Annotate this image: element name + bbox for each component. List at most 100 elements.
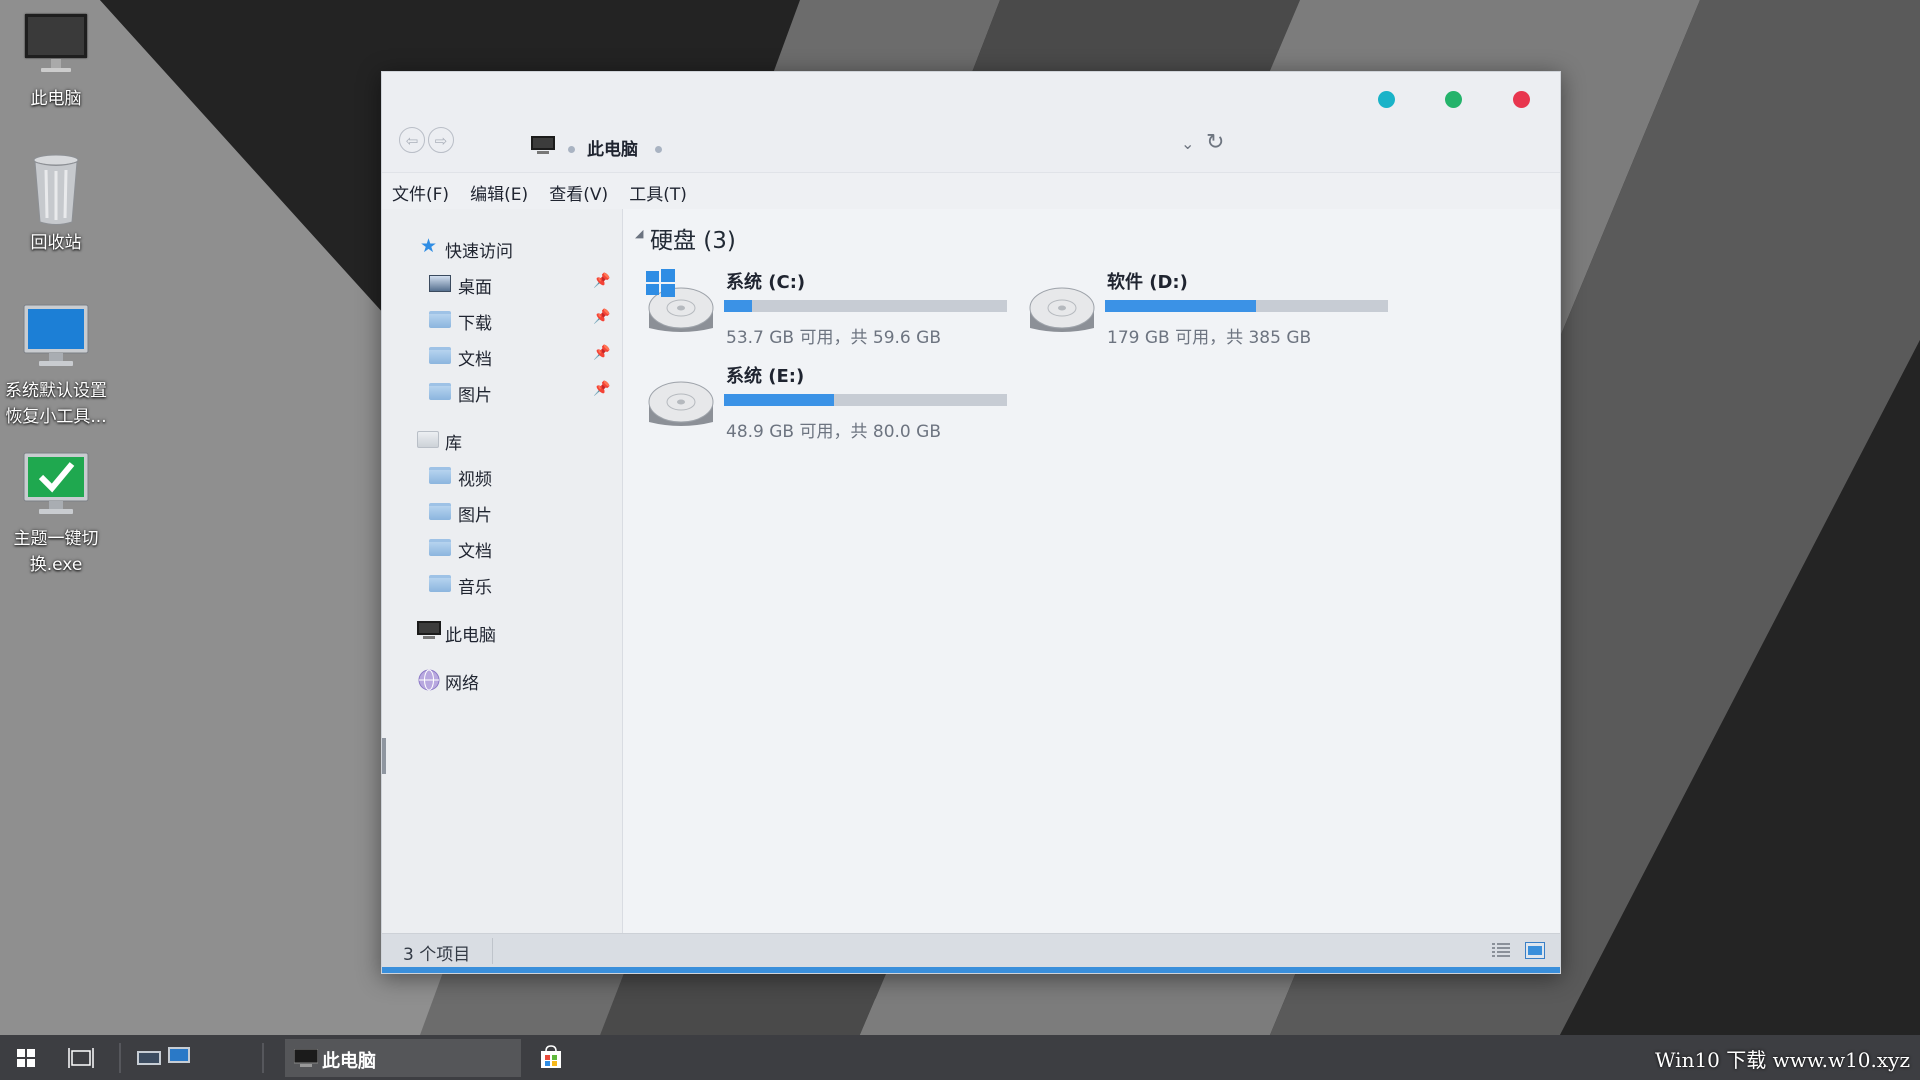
monitor-icon — [19, 8, 93, 82]
forward-arrow-icon: ⇨ — [434, 132, 448, 150]
forward-button[interactable]: ⇨ — [428, 127, 454, 153]
pin-icon: 📌 — [593, 309, 611, 325]
this-pc-icon — [294, 1049, 318, 1067]
nav-item-downloads[interactable]: 下载 📌 — [382, 305, 622, 335]
content-pane: ◢ 硬盘 (3) 系统 (C:) 53.7 GB 可用，共 59.6 GB 软件… — [623, 209, 1560, 933]
nav-item-videos[interactable]: 视频 — [382, 461, 622, 491]
nav-label: 下载 — [458, 314, 492, 334]
item-count: 3 个项目 — [403, 945, 471, 965]
address-separator-dot — [655, 146, 662, 153]
taskbar-separator — [262, 1043, 264, 1073]
monitor-check-icon — [19, 448, 93, 522]
this-pc-icon — [531, 136, 555, 154]
drive-space-info: 179 GB 可用，共 385 GB — [1107, 328, 1312, 348]
drive-usage-bar — [1105, 300, 1388, 312]
taskbar: 此电脑 Win10 下载 www.w10.xyz — [0, 1035, 1920, 1080]
navigation-pane: ★ 快速访问 桌面 📌 下载 📌 文档 📌 图片 📌 库 视频 图片 文档 音乐… — [382, 209, 623, 933]
drive-name: 系统 (E:) — [726, 366, 805, 387]
details-view-icon[interactable] — [1491, 942, 1511, 959]
desktop-icon-label-line1: 系统默认设置 — [5, 381, 107, 401]
drive-usage-fill — [1105, 300, 1257, 312]
library-icon — [417, 431, 439, 448]
maximize-button[interactable] — [1445, 91, 1462, 108]
taskbar-task-this-pc[interactable]: 此电脑 — [285, 1039, 521, 1077]
monitor-blue-icon — [19, 300, 93, 374]
store-bag-icon[interactable] — [540, 1045, 562, 1069]
network-globe-icon — [418, 669, 440, 691]
menu-tools[interactable]: 工具(T) — [629, 180, 687, 205]
nav-label: 文档 — [458, 542, 492, 562]
window-accent-bar — [382, 967, 1560, 973]
drive-space-info: 53.7 GB 可用，共 59.6 GB — [726, 328, 941, 348]
start-windows-icon[interactable] — [17, 1049, 35, 1067]
status-separator — [492, 938, 493, 964]
desktop-icon-theme-switch[interactable]: 主题一键切 换.exe — [1, 448, 111, 578]
collapse-triangle-icon[interactable]: ◢ — [635, 227, 643, 240]
desktop-icon-restore-tool[interactable]: 系统默认设置 恢复小工具... — [1, 300, 111, 430]
large-icons-view-icon[interactable] — [1525, 942, 1545, 959]
pin-icon: 📌 — [593, 273, 611, 289]
nav-label: 图片 — [458, 506, 492, 526]
taskbar-separator — [119, 1043, 121, 1073]
minimize-button[interactable] — [1378, 91, 1395, 108]
this-pc-icon — [417, 621, 441, 639]
menu-edit[interactable]: 编辑(E) — [470, 180, 528, 205]
menu-bar: 文件(F) 编辑(E) 查看(V) 工具(T) — [382, 172, 1560, 209]
watermark-text: Win10 下载 www.w10.xyz — [1654, 1048, 1910, 1072]
nav-item-pictures[interactable]: 图片 📌 — [382, 377, 622, 407]
menu-file[interactable]: 文件(F) — [392, 180, 449, 205]
back-arrow-icon: ⇦ — [405, 132, 419, 150]
nav-item-library-documents[interactable]: 文档 — [382, 533, 622, 563]
nav-label: 快速访问 — [445, 242, 513, 262]
drive-c[interactable]: 系统 (C:) 53.7 GB 可用，共 59.6 GB — [645, 268, 1007, 358]
folder-icon — [429, 383, 451, 400]
nav-item-desktop[interactable]: 桌面 📌 — [382, 269, 622, 299]
folder-icon — [429, 503, 451, 520]
folder-icon — [429, 347, 451, 364]
explorer-window: ⇦ ⇨ 此电脑 ⌄ ↻ 文件(F) 编辑(E) 查看(V) 工具(T) ★ 快速… — [381, 71, 1561, 974]
nav-label: 图片 — [458, 386, 492, 406]
folder-icon — [429, 467, 451, 484]
nav-network[interactable]: 网络 — [382, 665, 622, 695]
nav-item-library-pictures[interactable]: 图片 — [382, 497, 622, 527]
menu-view[interactable]: 查看(V) — [549, 180, 608, 205]
nav-library[interactable]: 库 — [382, 425, 622, 455]
desktop-icon-this-pc[interactable]: 此电脑 — [1, 8, 111, 112]
nav-label: 文档 — [458, 350, 492, 370]
drive-usage-bar — [724, 394, 1007, 406]
desktop-icon-recycle-bin[interactable]: 回收站 — [1, 152, 111, 256]
nav-quick-access[interactable]: ★ 快速访问 — [382, 233, 622, 263]
title-bar[interactable]: ⇦ ⇨ 此电脑 ⌄ ↻ — [382, 72, 1560, 172]
windows-logo-icon — [646, 269, 675, 297]
nav-label: 此电脑 — [445, 626, 496, 646]
nav-item-music[interactable]: 音乐 — [382, 569, 622, 599]
drive-usage-bar — [724, 300, 1007, 312]
desktop-icon-label: 回收站 — [30, 233, 82, 253]
quick-launch-icons[interactable] — [137, 1046, 193, 1068]
nav-label: 桌面 — [458, 278, 492, 298]
pin-icon: 📌 — [593, 345, 611, 361]
drive-name: 系统 (C:) — [726, 272, 806, 293]
drive-e[interactable]: 系统 (E:) 48.9 GB 可用，共 80.0 GB — [645, 362, 1007, 452]
task-view-icon[interactable] — [68, 1046, 94, 1070]
address-history-chevron-icon[interactable]: ⌄ — [1181, 134, 1194, 153]
refresh-icon[interactable]: ↻ — [1206, 130, 1224, 155]
back-button[interactable]: ⇦ — [399, 127, 425, 153]
close-button[interactable] — [1513, 91, 1530, 108]
nav-label: 音乐 — [458, 578, 492, 598]
group-header-drives[interactable]: 硬盘 (3) — [650, 221, 736, 255]
desktop-icon-label-line2: 恢复小工具... — [5, 407, 107, 427]
drive-space-info: 48.9 GB 可用，共 80.0 GB — [726, 422, 941, 442]
desktop-icon-label-line1: 主题一键切 — [13, 529, 99, 549]
folder-icon — [429, 311, 451, 328]
trash-icon — [19, 152, 93, 226]
drive-d[interactable]: 软件 (D:) 179 GB 可用，共 385 GB — [1026, 268, 1388, 358]
nav-item-documents[interactable]: 文档 📌 — [382, 341, 622, 371]
star-icon: ★ — [420, 235, 438, 257]
status-bar: 3 个项目 — [382, 933, 1560, 968]
address-location[interactable]: 此电脑 — [587, 135, 638, 160]
nav-this-pc[interactable]: 此电脑 — [382, 617, 622, 647]
selection-indicator — [382, 738, 386, 774]
address-separator-dot — [568, 146, 575, 153]
drive-usage-fill — [724, 394, 835, 406]
